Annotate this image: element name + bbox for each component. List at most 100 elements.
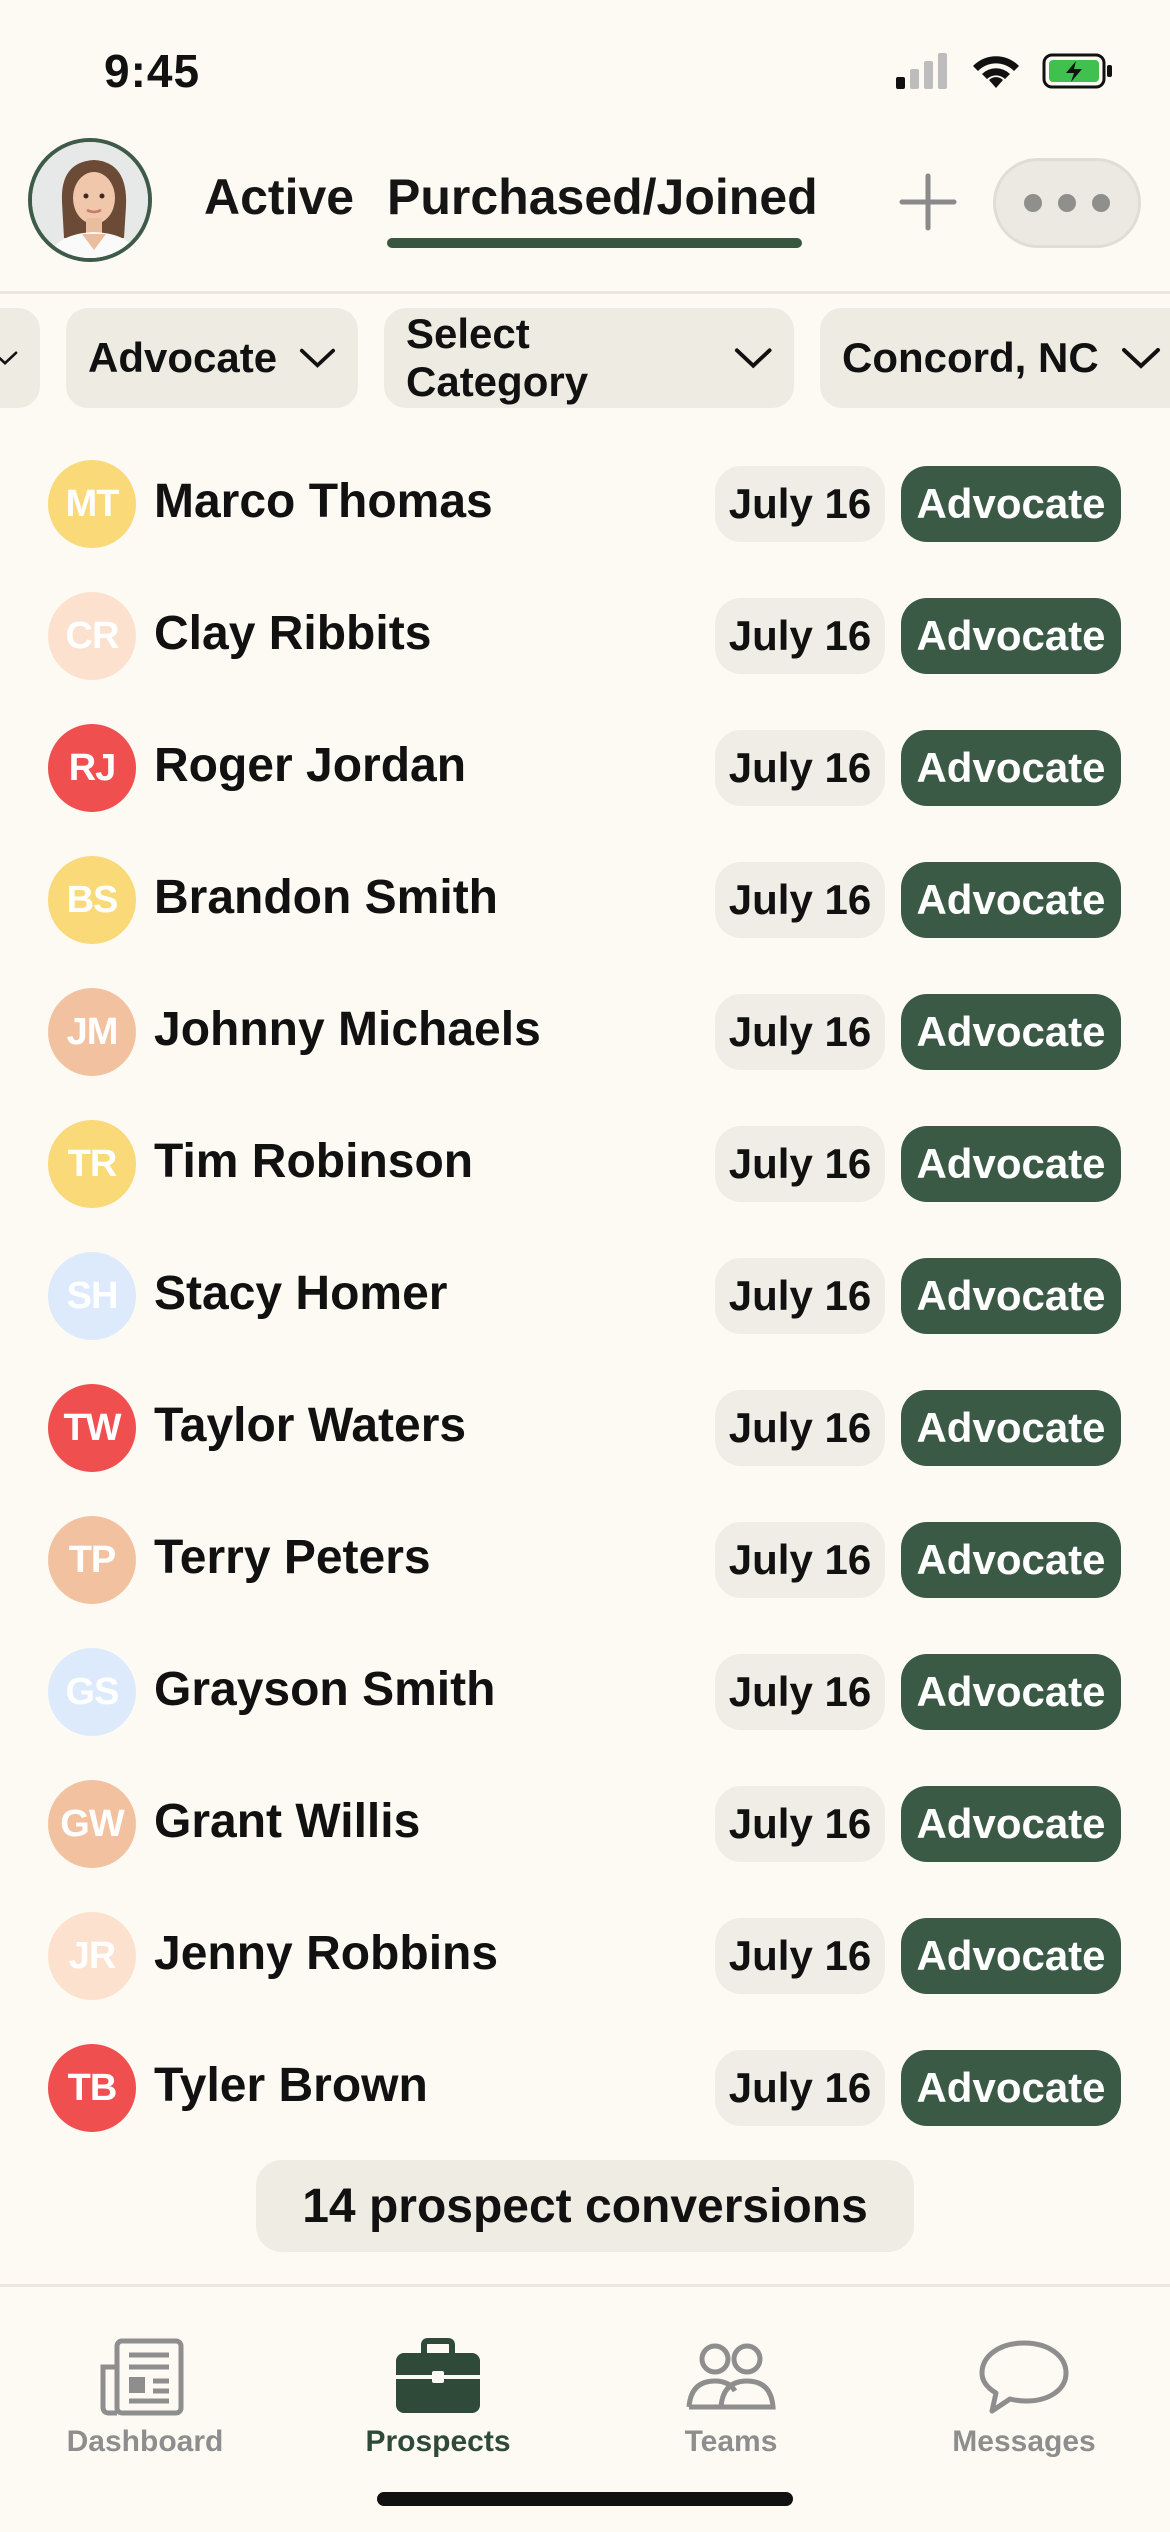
prospect-list: MT Marco Thomas July 16 Advocate CR Clay… [0,438,1170,2154]
initials-avatar: JR [48,1912,136,2000]
chevron-down-icon [299,348,336,368]
prospect-name: Clay Ribbits [154,607,432,660]
chat-bubble-icon [979,2340,1069,2414]
status-badge[interactable]: Advocate [901,862,1121,938]
status-bar: 9:45 [0,0,1170,140]
prospect-row[interactable]: TR Tim Robinson July 16 Advocate [0,1098,1170,1230]
prospect-name: Grayson Smith [154,1663,496,1716]
status-badge[interactable]: Advocate [901,1918,1121,1994]
tab-active[interactable]: Active [204,168,354,226]
filter-bar: Advocate Select Category Concord, NC [0,308,1170,408]
initials-avatar: TW [48,1384,136,1472]
filter-category-label: Select Category [406,310,589,405]
tab-purchased-joined[interactable]: Purchased/Joined [387,168,818,226]
status-badge[interactable]: Advocate [901,1654,1121,1730]
prospect-row[interactable]: SH Stacy Homer July 16 Advocate [0,1230,1170,1362]
prospect-name: Stacy Homer [154,1267,448,1320]
date-badge: July 16 [715,730,885,806]
initials-avatar: RJ [48,724,136,812]
status-badge[interactable]: Advocate [901,994,1121,1070]
filter-category-dropdown[interactable]: Select Category [384,308,794,408]
more-options-button[interactable] [993,158,1141,248]
status-badge[interactable]: Advocate [901,1522,1121,1598]
status-badge[interactable]: Advocate [901,2050,1121,2126]
top-header: Active Purchased/Joined [0,138,1170,294]
status-badge[interactable]: Advocate [901,1390,1121,1466]
initials-avatar: MT [48,460,136,548]
battery-charging-icon [1042,53,1112,89]
conversion-summary: 14 prospect conversions [256,2160,914,2252]
home-indicator [377,2492,793,2506]
nav-prospects-label: Prospects [365,2425,511,2458]
chevron-down-icon [1121,348,1160,369]
nav-teams-label: Teams [684,2425,778,2458]
prospect-name: Marco Thomas [154,475,493,528]
date-badge: July 16 [715,1654,885,1730]
nav-dashboard[interactable]: Dashboard [35,2337,255,2459]
nav-messages-label: Messages [952,2425,1096,2458]
status-badge[interactable]: Advocate [901,598,1121,674]
prospect-name: Jenny Robbins [154,1927,499,1980]
initials-avatar: JM [48,988,136,1076]
cellular-signal-icon [896,53,947,89]
prospect-name: Johnny Michaels [154,1003,541,1056]
date-badge: July 16 [715,1258,885,1334]
prospect-row[interactable]: TW Taylor Waters July 16 Advocate [0,1362,1170,1494]
prospect-row[interactable]: GS Grayson Smith July 16 Advocate [0,1626,1170,1758]
user-avatar[interactable] [28,138,152,262]
date-badge: July 16 [715,2050,885,2126]
initials-avatar: TP [48,1516,136,1604]
date-badge: July 16 [715,598,885,674]
prospect-row[interactable]: JR Jenny Robbins July 16 Advocate [0,1890,1170,2022]
prospect-name: Terry Peters [154,1531,431,1584]
prospect-row[interactable]: MT Marco Thomas July 16 Advocate [0,438,1170,570]
date-badge: July 16 [715,1522,885,1598]
initials-avatar: CR [48,592,136,680]
prospect-row[interactable]: TP Terry Peters July 16 Advocate [0,1494,1170,1626]
filter-chip-partial[interactable] [0,308,40,408]
prospect-row[interactable]: BS Brandon Smith July 16 Advocate [0,834,1170,966]
initials-avatar: TR [48,1120,136,1208]
people-icon [686,2343,776,2410]
nav-prospects[interactable]: Prospects [328,2337,548,2459]
date-badge: July 16 [715,1126,885,1202]
filter-location-dropdown[interactable]: Concord, NC [820,308,1170,408]
chevron-down-icon [734,348,772,369]
profile-photo [32,142,148,258]
status-badge[interactable]: Advocate [901,1786,1121,1862]
filter-status-dropdown[interactable]: Advocate [66,308,358,408]
prospect-name: Tim Robinson [154,1135,474,1188]
date-badge: July 16 [715,862,885,938]
newspaper-icon [100,2338,184,2416]
initials-avatar: BS [48,856,136,944]
status-badge[interactable]: Advocate [901,466,1121,542]
prospect-row[interactable]: TB Tyler Brown July 16 Advocate [0,2022,1170,2154]
status-badge[interactable]: Advocate [901,730,1121,806]
initials-avatar: GS [48,1648,136,1736]
date-badge: July 16 [715,1918,885,1994]
prospect-name: Tyler Brown [154,2059,428,2112]
prospect-row[interactable]: RJ Roger Jordan July 16 Advocate [0,702,1170,834]
prospect-row[interactable]: CR Clay Ribbits July 16 Advocate [0,570,1170,702]
initials-avatar: GW [48,1780,136,1868]
more-dots-icon [1024,194,1042,212]
chevron-down-icon [0,351,18,365]
date-badge: July 16 [715,466,885,542]
add-icon[interactable] [898,172,958,232]
prospect-name: Brandon Smith [154,871,498,924]
filter-location-label: Concord, NC [842,334,1099,381]
date-badge: July 16 [715,1786,885,1862]
status-badge[interactable]: Advocate [901,1258,1121,1334]
status-time: 9:45 [104,45,201,97]
prospect-row[interactable]: JM Johnny Michaels July 16 Advocate [0,966,1170,1098]
nav-dashboard-label: Dashboard [66,2425,224,2458]
prospect-row[interactable]: GW Grant Willis July 16 Advocate [0,1758,1170,1890]
date-badge: July 16 [715,1390,885,1466]
nav-messages[interactable]: Messages [914,2337,1134,2459]
date-badge: July 16 [715,994,885,1070]
initials-avatar: SH [48,1252,136,1340]
wifi-icon [973,56,1019,88]
nav-teams[interactable]: Teams [621,2337,841,2459]
status-badge[interactable]: Advocate [901,1126,1121,1202]
initials-avatar: TB [48,2044,136,2132]
